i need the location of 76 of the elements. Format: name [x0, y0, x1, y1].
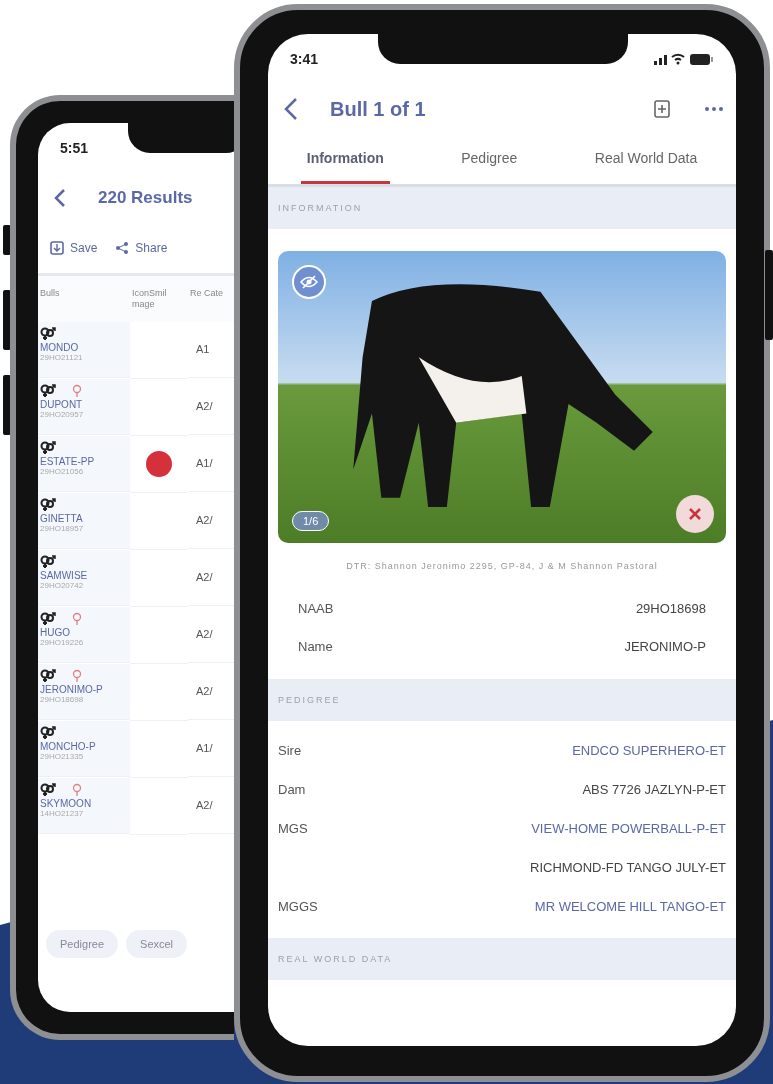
gender-symbol-icon [40, 668, 56, 683]
field-value: 29HO18698 [635, 600, 706, 616]
table-cell[interactable]: MONDO 29HO21121 [38, 321, 130, 378]
filter-button[interactable]: Sexcel [126, 930, 188, 958]
column-header: IconSmil mage [130, 276, 188, 322]
save-button[interactable]: Save [50, 241, 98, 255]
page-title: 220 Results [98, 188, 194, 208]
table-cell[interactable]: SAMWISE 29HO20742 [38, 549, 130, 606]
eye-off-icon[interactable] [292, 265, 326, 299]
table-cell[interactable]: ESTATE-PP 29HO21056 [38, 435, 130, 492]
bull-name: MONDO [40, 341, 80, 353]
column-header: Bulls [38, 276, 130, 322]
bull-id: 29HO19226 [40, 637, 85, 647]
bull-name: SAMWISE [40, 569, 89, 581]
bull-id: 29HO20742 [40, 580, 85, 590]
bull-id: 29HO21056 [40, 466, 85, 476]
table-cell[interactable]: GINETTA 29HO18957 [38, 492, 130, 549]
save-icon [50, 241, 64, 255]
gender-symbol-icon [40, 611, 56, 626]
table-cell[interactable]: JERONIMO-P 29HO18698 [38, 663, 130, 720]
share-button[interactable]: Share [115, 241, 168, 255]
more-icon[interactable] [702, 104, 726, 114]
field-value: RICHMOND-FD TANGO JULY-ET [530, 860, 726, 875]
gender-symbol-icon [40, 440, 56, 455]
field-label: Name [298, 638, 333, 654]
status-time: 3:41 [290, 51, 319, 67]
table-cell[interactable]: SKYMOON 14HO21237 [38, 777, 130, 834]
bull-name: MONCHO-P [40, 740, 97, 752]
status-time: 5:51 [60, 140, 89, 156]
field-label: MGS [278, 821, 308, 836]
field-label: Sire [278, 743, 302, 758]
column-header: Re Cate [188, 276, 234, 322]
field-label: MGGS [278, 899, 318, 914]
status-icons [654, 52, 714, 66]
gender-symbol-icon [40, 497, 56, 512]
gender-symbol-icon [40, 326, 56, 341]
save-icon[interactable] [652, 98, 672, 120]
pedigree-link[interactable]: MR WELCOME HILL TANGO-ET [534, 899, 726, 914]
section-header: REAL WORLD DATA [268, 938, 736, 980]
photo-counter: 1/6 [292, 511, 330, 531]
bull-name: SKYMOON [40, 797, 93, 809]
field-value: JERONIMO-P [624, 638, 706, 654]
table-cell[interactable]: DUPONT 29HO20957 [38, 378, 130, 435]
bull-id: 29HO21121 [40, 352, 84, 362]
bull-name: GINETTA [40, 512, 84, 524]
close-icon [688, 507, 702, 521]
bull-id: 29HO21335 [40, 751, 85, 761]
bull-id: 29HO20957 [40, 409, 85, 419]
section-header: PEDIGREE [268, 679, 736, 721]
page-title: Bull 1 of 1 [330, 97, 427, 121]
table-cell[interactable]: HUGO 29HO19226 [38, 606, 130, 663]
share-icon [115, 241, 130, 255]
bull-name: DUPONT [40, 398, 84, 410]
filter-button[interactable]: Pedigree [46, 930, 119, 958]
field-value: ABS 7726 JAZLYN-P-ET [582, 782, 726, 797]
bull-id: 29HO18698 [40, 694, 85, 704]
field-label: NAAB [298, 600, 334, 616]
tab[interactable]: Information [300, 134, 390, 184]
gender-symbol-icon [40, 383, 56, 398]
gender-symbol-icon [40, 725, 56, 740]
bull-name: HUGO [40, 626, 71, 638]
section-header: INFORMATION [268, 187, 736, 229]
pedigree-link[interactable]: VIEW-HOME POWERBALL-P-ET [531, 821, 726, 836]
gender-symbol-icon [40, 554, 56, 569]
field-label: Dam [278, 782, 306, 797]
table-cell[interactable]: MONCHO-P 29HO21335 [38, 720, 130, 777]
pedigree-link[interactable]: ENDCO SUPERHERO-ET [572, 743, 726, 758]
gender-symbol-icon [40, 782, 56, 797]
photo-caption: DTR: Shannon Jeronimo 2295, GP-84, J & M Shannon Pastoral [345, 560, 659, 573]
bull-id: 14HO21237 [40, 808, 85, 818]
bull-name: ESTATE-PP [40, 455, 96, 467]
close-button[interactable] [676, 495, 714, 533]
tab[interactable]: Pedigree [455, 134, 524, 184]
bull-id: 29HO18957 [40, 523, 85, 533]
bull-name: JERONIMO-P [40, 683, 104, 695]
tab[interactable]: Real World Data [588, 134, 704, 184]
